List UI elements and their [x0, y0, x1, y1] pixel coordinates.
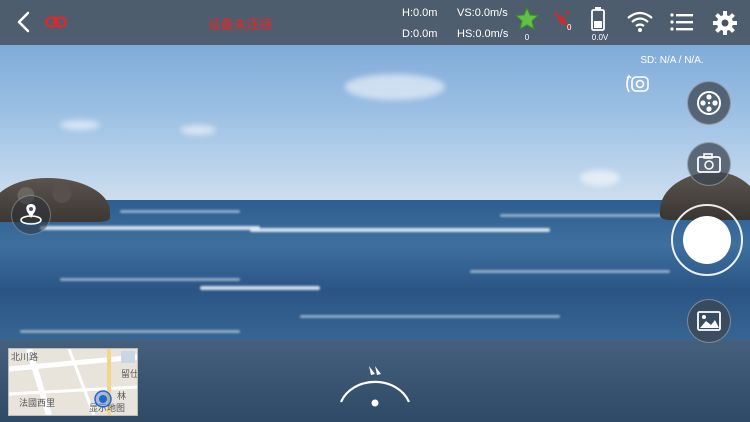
map-label-forest: 林	[117, 391, 127, 401]
home-point-button[interactable]	[11, 195, 51, 235]
height-readout: H:0.0m	[402, 7, 438, 19]
gimbal-icon[interactable]	[624, 70, 654, 98]
camera-switch-icon	[697, 153, 721, 173]
gallery-icon	[697, 311, 721, 331]
map-label-shop: 留仕	[121, 369, 138, 379]
top-bar: 设备未连接 H:0.0m VS:0.0m/s D:0.0m HS:0.0m/s …	[0, 0, 750, 45]
voltage-readout: 0.0V	[591, 33, 609, 42]
gear-icon[interactable]	[712, 10, 738, 36]
gps-star-icon	[515, 7, 539, 31]
gps-count: 0	[524, 33, 530, 42]
location-marker-icon	[94, 390, 112, 408]
minimap[interactable]: 北川路 法國西里 留仕 显示地图 林	[8, 348, 138, 416]
gallery-button[interactable]	[687, 299, 731, 343]
video-reel-icon	[697, 91, 721, 115]
horizontal-speed-readout: HS:0.0m/s	[457, 28, 509, 40]
menu-icon[interactable]	[670, 12, 694, 32]
shutter-button[interactable]	[683, 216, 731, 264]
video-record-button[interactable]	[687, 81, 731, 125]
sd-card-status: SD: N/A / N/A.	[640, 55, 704, 66]
vertical-speed-readout: VS:0.0m/s	[457, 7, 508, 19]
connection-status: 设备未连接	[207, 17, 273, 32]
battery-icon	[591, 7, 605, 31]
map-label-place: 法國西里	[19, 398, 56, 408]
satellite-count: 0	[567, 23, 572, 32]
wifi-icon	[627, 11, 653, 32]
sea	[0, 200, 750, 350]
map-label-road: 北川路	[11, 352, 39, 362]
back-icon[interactable]	[12, 9, 38, 35]
home-point-icon	[20, 204, 42, 225]
distance-readout: D:0.0m	[402, 28, 438, 40]
link-broken-icon	[44, 16, 68, 28]
camera-switch-button[interactable]	[687, 142, 731, 186]
compass-icon	[339, 366, 411, 407]
